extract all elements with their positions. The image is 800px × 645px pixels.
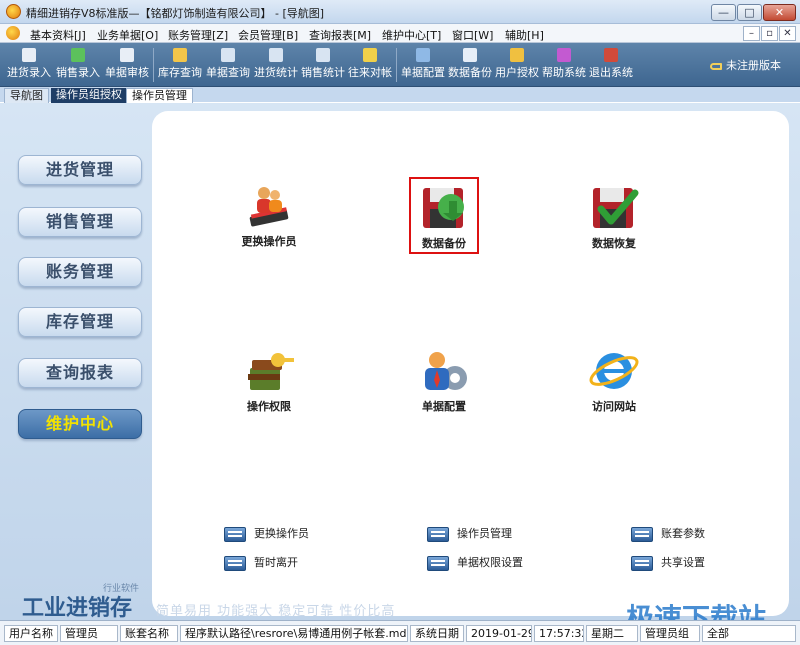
toolbar-separator (153, 48, 154, 82)
link-temporary-leave[interactable]: 暂时离开 (224, 554, 298, 571)
status-date-value: 2019-01-29 (466, 625, 532, 642)
close-button[interactable]: ✕ (763, 4, 796, 21)
visit-website-tile[interactable]: 访问网站 (554, 348, 674, 414)
sidebar-item-purchase[interactable]: 进货管理 (18, 155, 142, 185)
link-document-permissions[interactable]: 单据权限设置 (427, 554, 523, 571)
registration-status: 未注册版本 (710, 57, 781, 73)
change-operator-tile[interactable]: 更换操作员 (209, 183, 329, 249)
purchase-stats-icon (269, 48, 283, 62)
menu-reports[interactable]: 查询报表[M] (309, 27, 371, 43)
sidebar-item-accounts[interactable]: 账务管理 (18, 257, 142, 287)
window-icon (631, 526, 653, 542)
document-audit-icon (120, 48, 134, 62)
visit-website-icon (589, 353, 639, 389)
maximize-button[interactable]: □ (737, 4, 762, 21)
brand-name: 工业进销存 (22, 595, 133, 621)
sidebar-item-reports[interactable]: 查询报表 (18, 358, 142, 388)
tab-operator-management[interactable]: 操作员管理 (126, 88, 193, 103)
brand-slogan: 简单易用 功能强大 稳定可靠 性价比高 (156, 604, 396, 619)
status-date-label: 系统日期 (410, 625, 464, 642)
user-auth-icon (510, 48, 524, 62)
menu-maintenance[interactable]: 维护中心[T] (382, 27, 441, 43)
menu-members[interactable]: 会员管理[B] (238, 27, 298, 43)
status-user-value: 管理员 (60, 625, 118, 642)
window-icon (427, 526, 449, 542)
window-icon (427, 555, 449, 571)
purchase-entry-icon (22, 48, 36, 62)
title-bar: 精细进销存V8标准版—【铭都灯饰制造有限公司】 - [导航图] — □ ✕ (0, 0, 800, 24)
exit-system-icon (604, 48, 618, 62)
document-query-button[interactable]: 单据查询 (205, 46, 251, 84)
app-logo-icon (6, 4, 21, 19)
key-icon (710, 62, 722, 70)
status-user-label: 用户名称 (4, 625, 58, 642)
window-icon (224, 526, 246, 542)
toolbar-separator (396, 48, 397, 82)
link-account-params[interactable]: 账套参数 (631, 525, 705, 542)
tab-navigation-map[interactable]: 导航图 (4, 88, 49, 103)
change-operator-icon (249, 187, 289, 227)
menu-accounts[interactable]: 账务管理[Z] (168, 27, 228, 43)
document-config-button[interactable]: 单据配置 (400, 46, 446, 84)
data-backup-button[interactable]: 数据备份 (447, 46, 493, 84)
mdi-restore-button[interactable]: ▫ (761, 26, 778, 41)
document-config-tile[interactable]: 单据配置 (384, 348, 504, 414)
help-system-icon (557, 48, 571, 62)
app-menu-icon[interactable] (6, 26, 20, 40)
window-title: 精细进销存V8标准版—【铭都灯饰制造有限公司】 - [导航图] (26, 7, 325, 20)
toolbar: 进货录入 销售录入 单据审核 库存查询 单据查询 进货统计 销售统计 往来对帐 … (0, 43, 800, 87)
mdi-minimize-button[interactable]: – (743, 26, 760, 41)
inventory-query-button[interactable]: 库存查询 (157, 46, 203, 84)
link-operator-management[interactable]: 操作员管理 (427, 525, 512, 542)
document-config-icon (416, 48, 430, 62)
reconcile-icon (363, 48, 377, 62)
minimize-button[interactable]: — (711, 4, 736, 21)
link-share-settings[interactable]: 共享设置 (631, 554, 705, 571)
status-account-path: 程序默认路径\resrore\易博通用例子帐套.mdb (180, 625, 408, 642)
sales-stats-button[interactable]: 销售统计 (300, 46, 346, 84)
permissions-icon (248, 353, 294, 390)
window-icon (631, 555, 653, 571)
sidebar-item-inventory[interactable]: 库存管理 (18, 307, 142, 337)
data-backup-icon (463, 48, 477, 62)
status-time-value: 17:57:32 (534, 625, 584, 642)
document-config-icon (425, 352, 467, 390)
menu-basic-data[interactable]: 基本资料[J] (30, 27, 86, 43)
menu-bar: 基本资料[J] 业务单据[O] 账务管理[Z] 会员管理[B] 查询报表[M] … (0, 24, 800, 43)
purchase-entry-button[interactable]: 进货录入 (6, 46, 52, 84)
tab-operator-group-auth[interactable]: 操作员组授权 (51, 88, 127, 103)
sales-entry-icon (71, 48, 85, 62)
window-icon (224, 555, 246, 571)
user-auth-button[interactable]: 用户授权 (494, 46, 540, 84)
status-scope: 全部 (702, 625, 796, 642)
purchase-stats-button[interactable]: 进货统计 (253, 46, 299, 84)
data-restore-tile[interactable]: 数据恢复 (554, 185, 674, 251)
status-weekday: 星期二 (586, 625, 638, 642)
mdi-close-button[interactable]: ✕ (779, 26, 796, 41)
sales-entry-button[interactable]: 销售录入 (55, 46, 101, 84)
document-query-icon (221, 48, 235, 62)
status-account-label: 账套名称 (120, 625, 178, 642)
menu-business-documents[interactable]: 业务单据[O] (97, 27, 158, 43)
link-change-operator[interactable]: 更换操作员 (224, 525, 309, 542)
document-audit-button[interactable]: 单据审核 (104, 46, 150, 84)
exit-system-button[interactable]: 退出系统 (588, 46, 634, 84)
sidebar-item-maintenance[interactable]: 维护中心 (18, 409, 142, 439)
inventory-query-icon (173, 48, 187, 62)
menu-help[interactable]: 辅助[H] (505, 27, 544, 43)
tab-bar: 导航图 操作员组授权 操作员管理 (0, 87, 800, 103)
sidebar-item-sales[interactable]: 销售管理 (18, 207, 142, 237)
status-role: 管理员组 (640, 625, 700, 642)
permissions-tile[interactable]: 操作权限 (209, 348, 329, 414)
reconcile-button[interactable]: 往来对帐 (347, 46, 393, 84)
status-bar: 用户名称 管理员 账套名称 程序默认路径\resrore\易博通用例子帐套.md… (0, 620, 800, 645)
selection-highlight (409, 177, 479, 254)
help-system-button[interactable]: 帮助系统 (541, 46, 587, 84)
data-restore-icon (593, 188, 639, 228)
sales-stats-icon (316, 48, 330, 62)
menu-window[interactable]: 窗口[W] (452, 27, 493, 43)
